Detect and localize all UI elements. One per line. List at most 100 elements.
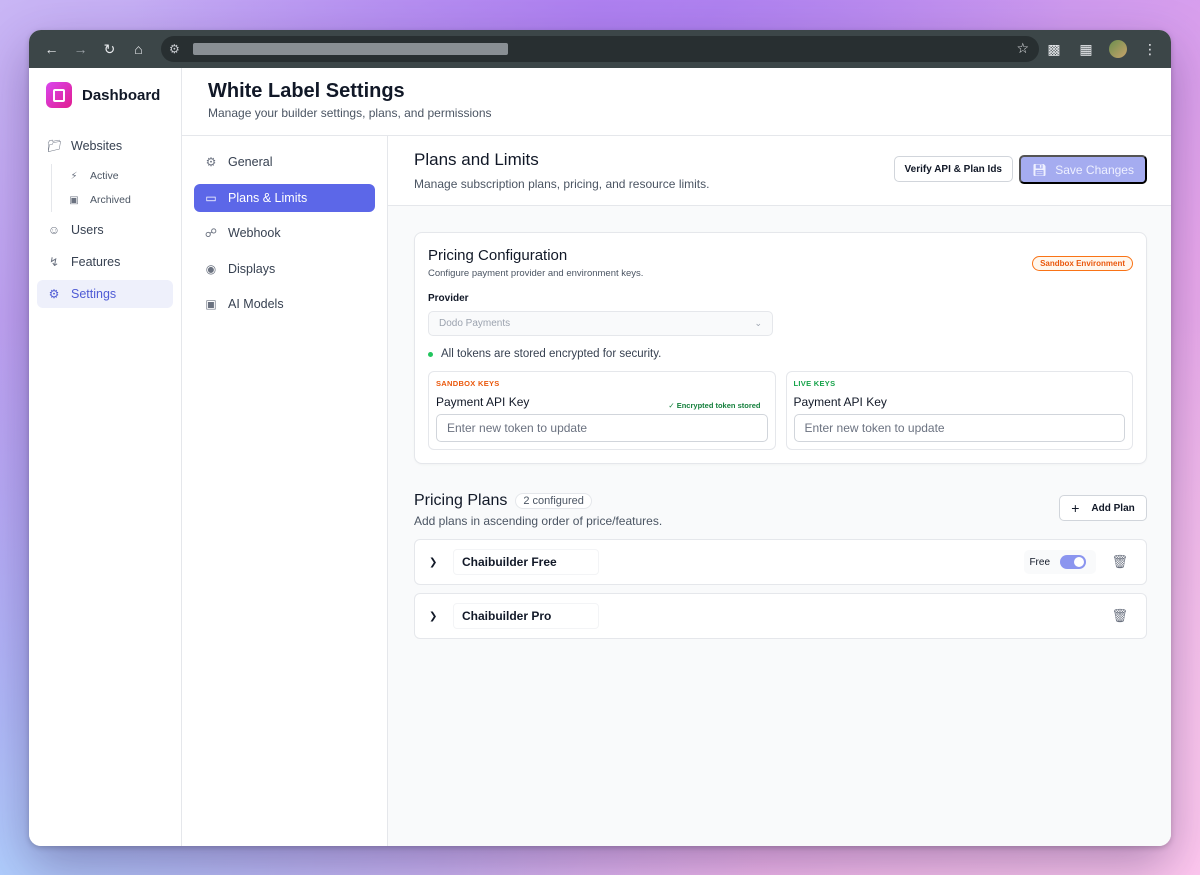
- pricing-plans-title: Pricing Plans: [414, 492, 508, 509]
- encryption-note-text: All tokens are stored encrypted for secu…: [441, 348, 662, 360]
- settings-tab-plans-limits[interactable]: ▭ Plans & Limits: [194, 183, 375, 212]
- gear-icon: ⚙: [48, 287, 60, 301]
- page-title: White Label Settings: [208, 80, 405, 102]
- add-plan-label: Add Plan: [1091, 502, 1135, 514]
- settings-tab-label: Displays: [228, 261, 276, 276]
- settings-tab-displays[interactable]: ◉ Displays: [194, 255, 375, 283]
- sidebar-item-label: Features: [71, 255, 121, 269]
- home-icon[interactable]: ⌂: [124, 35, 153, 64]
- archive-icon: ▣: [69, 194, 79, 206]
- plan-row[interactable]: ❯ Chaibuilder Free Free 🗑︎: [414, 539, 1147, 585]
- brand-name: Dashboard: [82, 86, 161, 104]
- main: White Label Settings Manage your builder…: [182, 68, 1171, 846]
- sidebar-item-label: Websites: [71, 139, 123, 153]
- site-settings-icon[interactable]: ⚙: [169, 42, 189, 56]
- pricing-config-card: Pricing Configuration Configure payment …: [414, 232, 1147, 464]
- sidebar-item-label: Settings: [71, 287, 117, 301]
- pricing-plans-subtitle: Add plans in ascending order of price/fe…: [414, 514, 663, 528]
- brand-logo-icon: [46, 82, 72, 108]
- chevron-right-icon[interactable]: ❯: [429, 557, 441, 568]
- brand[interactable]: Dashboard: [37, 80, 173, 110]
- plus-icon: +: [1071, 500, 1080, 516]
- free-toggle[interactable]: [1060, 555, 1086, 569]
- sidebar-item-settings[interactable]: ⚙ Settings: [37, 280, 173, 308]
- sandbox-keys-box: SANDBOX KEYS Payment API Key ✓ Encrypted…: [428, 371, 776, 450]
- folder-icon: 📁︎: [47, 139, 63, 153]
- plans-panel: Plans and Limits Manage subscription pla…: [388, 136, 1171, 846]
- sandbox-keys-label: SANDBOX KEYS: [436, 379, 500, 388]
- back-icon[interactable]: ←: [37, 35, 66, 64]
- provider-value: Dodo Payments: [439, 318, 511, 329]
- live-api-key-label: Payment API Key: [793, 395, 887, 409]
- sidebar-item-features[interactable]: ↯ Features: [37, 248, 173, 276]
- provider-label: Provider: [428, 293, 469, 304]
- provider-select[interactable]: Dodo Payments ⌄: [428, 311, 773, 336]
- trash-icon[interactable]: 🗑︎: [1111, 554, 1128, 570]
- sidebar-item-archived[interactable]: ▣ Archived: [60, 188, 173, 212]
- live-api-key-input[interactable]: [793, 414, 1125, 442]
- encryption-note: All tokens are stored encrypted for secu…: [428, 348, 1133, 360]
- pricing-config-subtitle: Configure payment provider and environme…: [428, 268, 644, 279]
- page-subtitle: Manage your builder settings, plans, and…: [208, 106, 492, 120]
- sidebar: Dashboard 📁︎ Websites ⚡︎ Active ▣ Archiv…: [29, 68, 182, 846]
- environment-badge: Sandbox Environment: [1032, 256, 1133, 271]
- pricing-config-title: Pricing Configuration: [428, 247, 568, 264]
- settings-tab-general[interactable]: ⚙ General: [194, 148, 375, 176]
- pricing-plans-header: Pricing Plans 2 configured Add plans in …: [414, 492, 1147, 530]
- panel-header: Plans and Limits Manage subscription pla…: [388, 136, 1171, 206]
- settings-tab-label: Webhook: [228, 226, 281, 240]
- save-changes-button[interactable]: 💾︎ Save Changes: [1019, 155, 1147, 184]
- settings-nav: ⚙ General ▭ Plans & Limits ☍ Webhook ◉ D…: [182, 136, 388, 846]
- live-keys-box: LIVE KEYS Payment API Key: [785, 371, 1133, 450]
- settings-tab-label: General: [228, 155, 273, 169]
- browser-toolbar: ← → ↻ ⌂ ⚙ ☆ ▩ ▦ ⋮: [29, 30, 1171, 68]
- extension-gift-icon[interactable]: ▩: [1041, 36, 1067, 62]
- profile-avatar[interactable]: [1105, 36, 1131, 62]
- settings-tab-label: Plans & Limits: [228, 190, 308, 205]
- sidebar-item-active[interactable]: ⚡︎ Active: [60, 164, 173, 188]
- browser-menu-icon[interactable]: ⋮: [1137, 36, 1163, 62]
- page-header: White Label Settings Manage your builder…: [182, 68, 1171, 136]
- settings-tab-label: AI Models: [228, 297, 284, 311]
- key-sections: SANDBOX KEYS Payment API Key ✓ Encrypted…: [428, 371, 1133, 450]
- websites-submenu: ⚡︎ Active ▣ Archived: [51, 164, 173, 212]
- settings-content: ⚙ General ▭ Plans & Limits ☍ Webhook ◉ D…: [182, 136, 1171, 846]
- webhook-icon: ☍: [204, 226, 218, 240]
- chevron-right-icon[interactable]: ❯: [429, 611, 441, 622]
- sidebar-item-label: Archived: [90, 194, 131, 206]
- zap-icon: ↯: [48, 255, 60, 269]
- reload-icon[interactable]: ↻: [95, 35, 124, 64]
- add-plan-button[interactable]: + Add Plan: [1059, 495, 1147, 521]
- forward-icon[interactable]: →: [66, 35, 95, 64]
- sidebar-item-label: Active: [90, 170, 119, 182]
- plan-row[interactable]: ❯ Chaibuilder Pro 🗑︎: [414, 593, 1147, 639]
- sandbox-api-key-input[interactable]: [436, 414, 768, 442]
- bolt-icon: ⚡︎: [70, 170, 78, 182]
- settings-tab-webhook[interactable]: ☍ Webhook: [194, 219, 375, 247]
- trash-icon[interactable]: 🗑︎: [1111, 608, 1128, 624]
- plan-name[interactable]: Chaibuilder Pro: [453, 603, 599, 629]
- sidebar-item-label: Users: [71, 223, 104, 237]
- browser-window: ← → ↻ ⌂ ⚙ ☆ ▩ ▦ ⋮ Dashboard 📁︎ Websites: [29, 30, 1171, 846]
- token-stored-badge: ✓ Encrypted token stored: [668, 401, 760, 410]
- sidebar-item-websites[interactable]: 📁︎ Websites: [37, 132, 173, 160]
- verify-api-button[interactable]: Verify API & Plan Ids: [893, 156, 1013, 182]
- address-bar[interactable]: ⚙ ☆: [161, 36, 1039, 62]
- plans-list: ❯ Chaibuilder Free Free 🗑︎ ❯ Chaibuilder…: [414, 539, 1147, 639]
- panel-body: Pricing Configuration Configure payment …: [388, 206, 1171, 639]
- eye-icon: ◉: [205, 261, 217, 276]
- free-plan-toggle-group: Free: [1024, 550, 1096, 574]
- settings-tab-ai-models[interactable]: ▣ AI Models: [194, 290, 375, 318]
- plans-count-badge: 2 configured: [515, 493, 592, 509]
- users-icon: ☺: [47, 223, 61, 237]
- bookmark-star-icon[interactable]: ☆: [1016, 40, 1029, 57]
- token-stored-text: Encrypted token stored: [676, 401, 761, 410]
- free-label: Free: [1029, 556, 1050, 568]
- extensions-puzzle-icon[interactable]: ▦: [1073, 36, 1099, 62]
- plan-name[interactable]: Chaibuilder Free: [453, 549, 599, 575]
- chevron-down-icon: ⌄: [754, 318, 762, 328]
- card-icon: ▭: [205, 190, 217, 205]
- sidebar-item-users[interactable]: ☺ Users: [37, 216, 173, 244]
- url-redacted: [193, 43, 508, 55]
- gear-icon: ⚙: [205, 155, 217, 169]
